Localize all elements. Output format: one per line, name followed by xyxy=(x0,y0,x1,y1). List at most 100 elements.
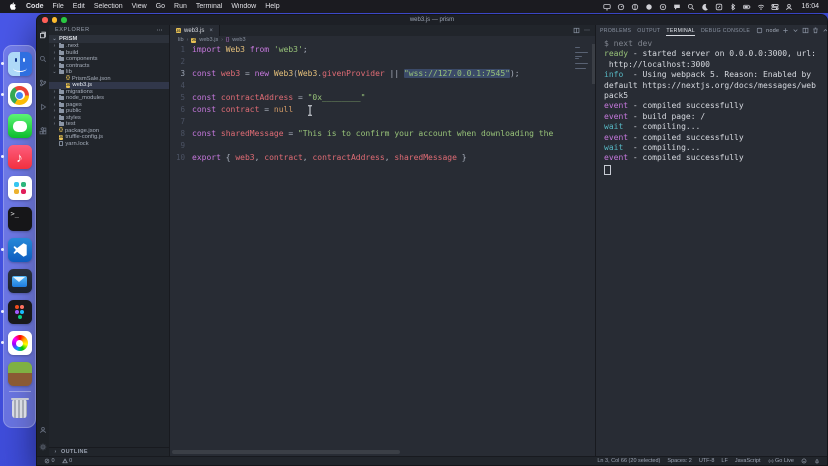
editor-horizontal-scrollbar[interactable] xyxy=(172,450,400,454)
status-item-bell-icon[interactable] xyxy=(814,458,820,464)
breadcrumb[interactable]: lib›JSweb3.js›{}web3 xyxy=(170,36,595,44)
activity-search-icon[interactable] xyxy=(39,55,47,63)
vpn-icon[interactable] xyxy=(631,3,639,11)
status-item-lf[interactable]: LF xyxy=(721,458,727,464)
file-tree-item-yarn-lock[interactable]: yarn.lock xyxy=(49,141,169,148)
search-icon[interactable] xyxy=(687,3,695,11)
code-token: contract xyxy=(264,153,303,162)
status-warning[interactable]: 0 xyxy=(62,458,73,464)
dock-item-chrome[interactable] xyxy=(8,83,32,107)
status-item-spaces-2[interactable]: Spaces: 2 xyxy=(667,458,691,464)
status-item-javascript[interactable]: JavaScript xyxy=(735,458,761,464)
explorer-section-prism[interactable]: ⌄ PRISM xyxy=(49,35,169,43)
editor-vertical-scrollbar[interactable] xyxy=(592,44,595,84)
dock-item-mail[interactable] xyxy=(8,269,32,293)
shortcuts-icon[interactable] xyxy=(715,3,723,11)
menu-item-window[interactable]: Window xyxy=(231,3,256,10)
menubar-clock[interactable]: 16:04 xyxy=(801,3,819,10)
code-token: { xyxy=(226,153,236,162)
breadcrumb-item[interactable]: web3.js xyxy=(199,37,218,43)
plus-icon[interactable] xyxy=(782,27,789,34)
code-text: const contractAddress = "0x________" xyxy=(192,92,365,104)
menu-item-selection[interactable]: Selection xyxy=(94,3,123,10)
activity-extensions-icon[interactable] xyxy=(39,127,47,135)
code-token: contractAddress xyxy=(221,93,298,102)
dock-item-terminal[interactable]: >_ xyxy=(8,207,32,231)
terminal-token: $ next dev xyxy=(604,39,652,48)
display-icon[interactable] xyxy=(603,3,611,11)
dock-item-finder[interactable] xyxy=(8,52,32,76)
apple-icon[interactable] xyxy=(9,2,17,11)
chevron-icon: › xyxy=(52,43,57,49)
dock-item-trash[interactable] xyxy=(8,397,32,421)
breadcrumb-item[interactable]: lib xyxy=(178,37,184,43)
control-center-icon[interactable] xyxy=(771,3,779,11)
menu-item-file[interactable]: File xyxy=(53,3,64,10)
chrome-icon xyxy=(8,83,32,107)
chevron-up-icon[interactable] xyxy=(822,27,828,34)
zoom-window-button[interactable] xyxy=(61,17,67,23)
chevron-down-icon[interactable] xyxy=(792,27,799,34)
record-icon[interactable] xyxy=(645,3,653,11)
trash-icon[interactable] xyxy=(812,27,819,34)
status-item-utf-8[interactable]: UTF-8 xyxy=(699,458,715,464)
shell-selector[interactable]: node xyxy=(766,28,779,34)
code-line: 7 xyxy=(170,116,595,128)
switch-user-icon[interactable] xyxy=(785,3,793,11)
status-item-ln-3-col-66-20-selected-[interactable]: Ln 3, Col 66 (20 selected) xyxy=(597,458,660,464)
explorer-more-icon[interactable]: ⋯ xyxy=(156,27,163,34)
window-titlebar[interactable]: web3.js — prism xyxy=(37,15,827,25)
activity-explorer-icon[interactable] xyxy=(39,31,47,39)
gauge-icon[interactable] xyxy=(617,3,625,11)
menu-item-view[interactable]: View xyxy=(132,3,147,10)
code-token: "This is to confirm your account when do… xyxy=(298,129,553,138)
tab-web3js[interactable]: JS web3.js × xyxy=(170,25,220,36)
dock-item-slack[interactable] xyxy=(8,176,32,200)
camera-icon[interactable] xyxy=(659,3,667,11)
dock-item-music[interactable]: ♪ xyxy=(8,145,32,169)
panel-tab-terminal[interactable]: TERMINAL xyxy=(666,25,695,36)
dock-item-minecraft[interactable] xyxy=(8,362,32,386)
menu-item-go[interactable]: Go xyxy=(156,3,165,10)
menu-item-terminal[interactable]: Terminal xyxy=(196,3,222,10)
dock-item-vscode[interactable] xyxy=(8,238,32,262)
editor-more-icon[interactable]: ⋯ xyxy=(584,27,590,34)
terminal-line: event - compiled successfully xyxy=(604,101,825,111)
panel-tab-output[interactable]: OUTPUT xyxy=(637,25,660,36)
minimize-window-button[interactable] xyxy=(52,17,58,23)
close-tab-icon[interactable]: × xyxy=(209,28,213,34)
battery-icon[interactable] xyxy=(743,3,751,11)
dock-item-figma[interactable] xyxy=(8,300,32,324)
dock-item-media[interactable] xyxy=(8,331,32,355)
breadcrumb-item[interactable]: web3 xyxy=(232,37,245,43)
code-token: contract xyxy=(221,105,264,114)
split-editor-icon[interactable] xyxy=(802,27,809,34)
folder-icon xyxy=(59,122,64,126)
bluetooth-icon[interactable] xyxy=(729,3,737,11)
split-editor-icon[interactable] xyxy=(573,27,580,34)
status-error[interactable]: 0 xyxy=(44,458,55,464)
chat-icon[interactable] xyxy=(673,3,681,11)
panel-tab-debug-console[interactable]: DEBUG CONSOLE xyxy=(701,25,750,36)
activity-source-control-icon[interactable] xyxy=(39,79,47,87)
account-icon[interactable] xyxy=(39,426,47,434)
moon-icon[interactable] xyxy=(701,3,709,11)
outline-section[interactable]: › OUTLINE xyxy=(49,447,169,456)
close-window-button[interactable] xyxy=(42,17,48,23)
code-editor[interactable]: 1import Web3 from 'web3';23const web3 = … xyxy=(170,44,595,456)
terminal-token: http://localhost:3000 xyxy=(604,60,710,69)
settings-gear-icon[interactable] xyxy=(39,443,47,451)
terminal-output[interactable]: $ next devready - started server on 0.0.… xyxy=(596,36,827,456)
menu-item-run[interactable]: Run xyxy=(174,3,187,10)
status-item-go-live[interactable]: Go Live xyxy=(768,458,794,464)
menu-item-edit[interactable]: Edit xyxy=(73,3,85,10)
dock-item-messages[interactable] xyxy=(8,114,32,138)
panel-tab-problems[interactable]: PROBLEMS xyxy=(600,25,631,36)
menu-item-code[interactable]: Code xyxy=(26,3,44,10)
menu-item-help[interactable]: Help xyxy=(265,3,279,10)
wifi-icon[interactable] xyxy=(757,3,765,11)
status-item-feedback-icon[interactable] xyxy=(801,458,807,464)
activity-run-debug-icon[interactable] xyxy=(39,103,47,111)
terminal-line: event - compiled successfully xyxy=(604,133,825,143)
chevron-icon: ⌄ xyxy=(52,69,57,75)
